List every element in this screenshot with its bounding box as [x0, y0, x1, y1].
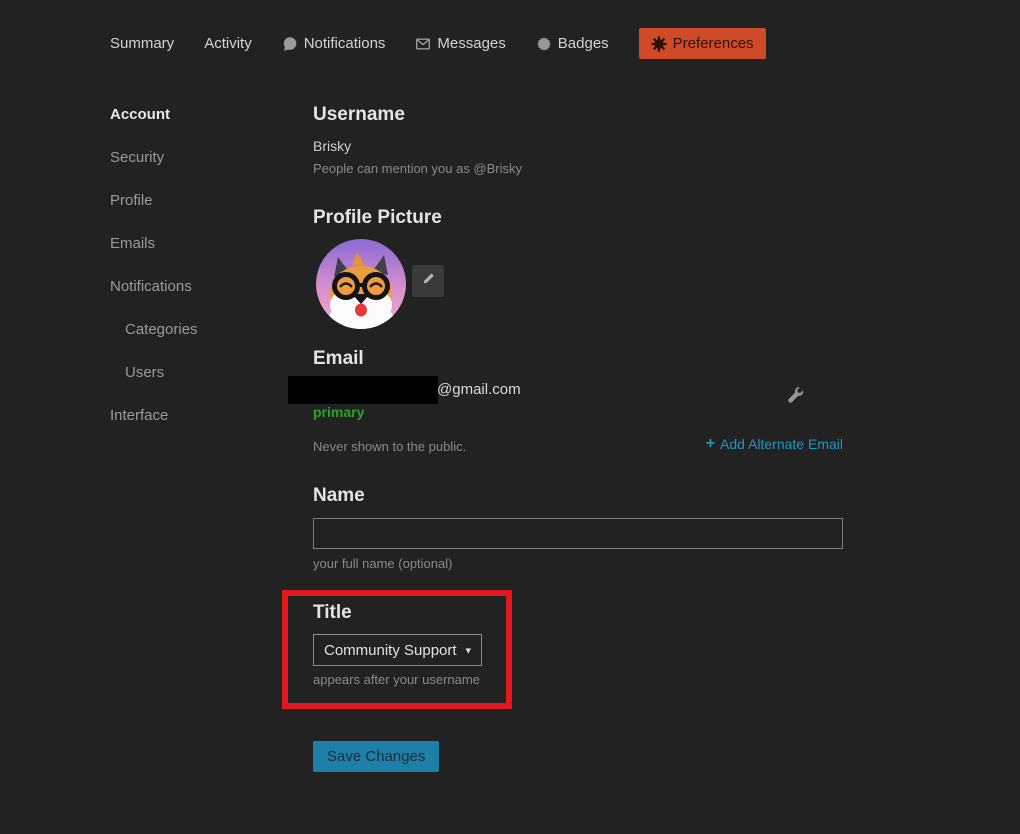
- sidebar-item-account[interactable]: Account: [110, 93, 280, 136]
- name-hint: your full name (optional): [313, 556, 452, 571]
- avatar: [316, 239, 406, 329]
- profile-picture-heading: Profile Picture: [313, 207, 442, 229]
- add-alternate-email-link[interactable]: + Add Alternate Email: [706, 436, 843, 452]
- sidebar-item-notifications[interactable]: Notifications: [110, 265, 280, 308]
- title-heading: Title: [313, 602, 352, 624]
- username-hint: People can mention you as @Brisky: [313, 161, 522, 176]
- tab-activity-label: Activity: [204, 35, 252, 52]
- email-value: @gmail.com: [437, 381, 521, 398]
- preferences-sidebar: Account Security Profile Emails Notifica…: [110, 93, 280, 437]
- add-alternate-email-label: Add Alternate Email: [720, 436, 843, 452]
- email-heading: Email: [313, 348, 364, 370]
- edit-avatar-button[interactable]: [412, 265, 444, 297]
- sidebar-item-emails[interactable]: Emails: [110, 222, 280, 265]
- username-heading: Username: [313, 104, 405, 126]
- tab-summary[interactable]: Summary: [110, 35, 174, 52]
- email-hint: Never shown to the public.: [313, 439, 466, 454]
- account-preferences-content: Username Brisky People can mention you a…: [313, 0, 843, 834]
- title-dropdown[interactable]: Community Support ▾: [313, 634, 482, 666]
- email-primary-badge: primary: [313, 404, 364, 420]
- name-heading: Name: [313, 485, 365, 507]
- sidebar-item-categories[interactable]: Categories: [110, 308, 280, 351]
- sidebar-item-users[interactable]: Users: [110, 351, 280, 394]
- title-dropdown-selected: Community Support: [324, 642, 457, 659]
- sidebar-item-security[interactable]: Security: [110, 136, 280, 179]
- pencil-icon: [421, 271, 436, 291]
- sidebar-item-profile[interactable]: Profile: [110, 179, 280, 222]
- wrench-icon[interactable]: [786, 386, 804, 404]
- caret-down-icon: ▾: [465, 644, 471, 657]
- full-name-input[interactable]: [313, 518, 843, 549]
- title-hint: appears after your username: [313, 672, 480, 687]
- tab-activity[interactable]: Activity: [204, 35, 252, 52]
- sidebar-item-interface[interactable]: Interface: [110, 394, 280, 437]
- speech-bubble-icon: [282, 36, 298, 52]
- username-value: Brisky: [313, 138, 351, 154]
- redacted-email-username: [288, 376, 438, 404]
- tab-summary-label: Summary: [110, 35, 174, 52]
- save-changes-button[interactable]: Save Changes: [313, 741, 439, 772]
- plus-icon: +: [706, 437, 715, 451]
